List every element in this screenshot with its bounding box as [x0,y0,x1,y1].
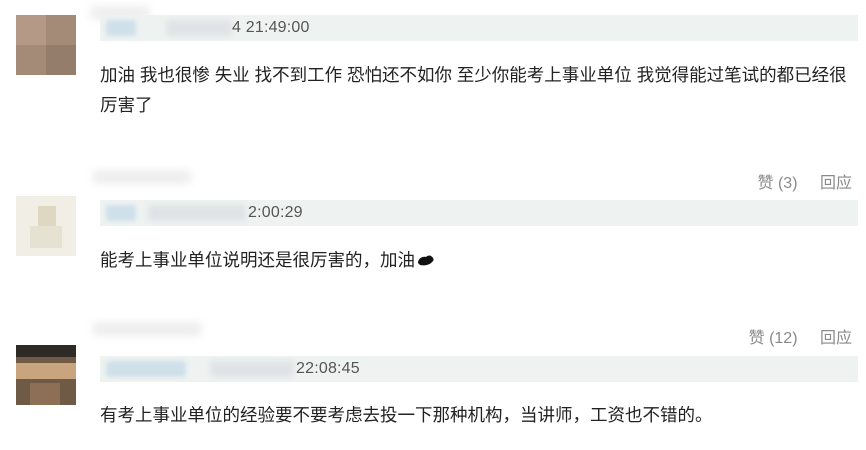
comment-text-line: 厉害了 [100,95,153,115]
username-link[interactable] [106,205,136,221]
user-avatar-icon[interactable] [16,196,76,256]
comment-text-line: 能考上事业单位说明还是很厉害的，加油 [100,250,415,270]
flexed-biceps-icon [416,246,436,266]
comment-meta-bar: 22:08:45 [100,356,858,382]
comment-timestamp: 2:00:29 [248,204,303,221]
comment-meta-bar: 2:00:29 [100,200,858,226]
comment-text: 加油 我也很惨 失业 找不到工作 恐怕还不如你 至少你能考上事业单位 我觉得能过… [100,60,860,120]
comment-timestamp: 22:08:45 [296,360,360,377]
comment-actions: 赞 (3) 回应 [758,169,852,193]
username-link[interactable] [106,361,186,377]
like-button[interactable]: 赞 (3) [758,175,798,192]
comment-text-line: 加油 我也很惨 失业 找不到工作 恐怕还不如你 至少你能考上事业单位 我觉得能过… [100,65,847,85]
user-avatar-icon[interactable] [16,345,76,405]
comment-actions: 赞 (12) 回应 [749,324,852,348]
comment-text: 有考上事业单位的经验要不要考虑去投一下那种机构，当讲师，工资也不错的。 [100,400,860,430]
comment-timestamp: 4 21:49:00 [232,19,310,36]
date-prefix [166,20,232,36]
comment-meta-bar: 4 21:49:00 [100,15,858,41]
comment-text: 能考上事业单位说明还是很厉害的，加油 [100,245,860,275]
username-link[interactable] [106,20,136,36]
reply-button[interactable]: 回应 [820,175,852,192]
date-prefix [210,361,294,377]
reply-button[interactable]: 回应 [820,330,852,347]
user-avatar-icon[interactable] [16,15,76,75]
comment-text-line: 有考上事业单位的经验要不要考虑去投一下那种机构，当讲师，工资也不错的。 [100,405,713,425]
like-button[interactable]: 赞 (12) [749,330,798,347]
date-prefix [148,205,246,221]
